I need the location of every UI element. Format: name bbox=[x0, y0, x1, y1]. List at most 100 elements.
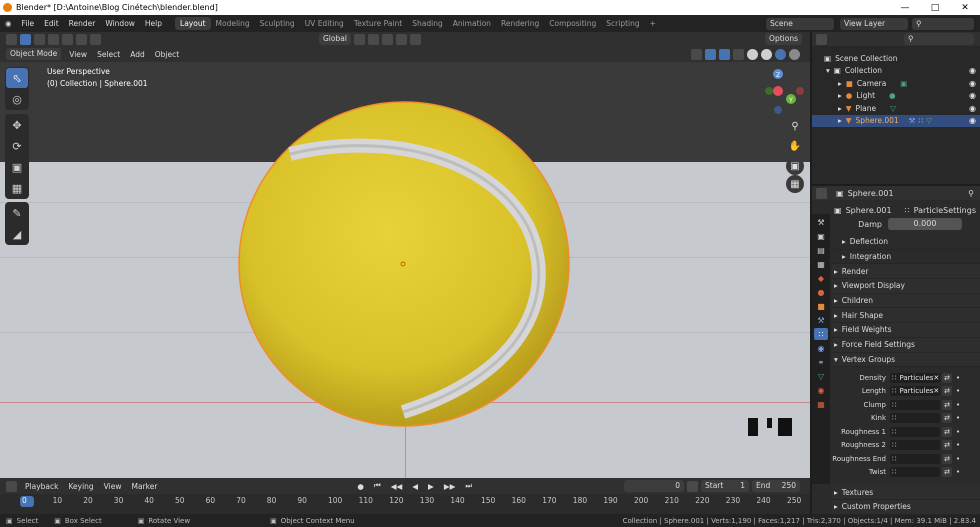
vertex-group-field[interactable]: ∷ bbox=[890, 399, 940, 410]
keying-menu[interactable]: Keying bbox=[63, 482, 98, 491]
panel-hair-shape[interactable]: ▸ Hair Shape bbox=[832, 308, 980, 324]
solid-shading-icon[interactable] bbox=[761, 48, 772, 60]
keyframe-dot-icon[interactable]: • bbox=[956, 414, 960, 422]
outliner-editor-icon[interactable] bbox=[816, 33, 827, 45]
invert-icon[interactable]: ⇄ bbox=[942, 413, 952, 424]
object-tab-icon[interactable]: ■ bbox=[814, 300, 828, 312]
end-frame-field[interactable]: End 250 bbox=[752, 480, 800, 492]
gizmo-toggle-icon[interactable] bbox=[705, 48, 716, 60]
tab-layout[interactable]: Layout bbox=[175, 17, 211, 30]
menu-render[interactable]: Render bbox=[64, 19, 101, 28]
zoom-icon[interactable]: ⚲ bbox=[786, 117, 804, 135]
options-button[interactable]: Options bbox=[765, 33, 802, 45]
invert-icon[interactable]: ⇄ bbox=[942, 386, 952, 397]
overlay-toggle-icon[interactable] bbox=[719, 48, 730, 60]
select-mode-invert-icon[interactable] bbox=[76, 33, 87, 45]
invert-icon[interactable]: ⇄ bbox=[942, 426, 952, 437]
visibility-icon[interactable] bbox=[691, 48, 702, 60]
blender-menu-icon[interactable]: ◉ bbox=[0, 19, 17, 28]
transform-orientation-dropdown[interactable]: Global bbox=[319, 33, 351, 45]
add-workspace-button[interactable]: + bbox=[645, 17, 661, 30]
view-layer-tab-icon[interactable]: ▦ bbox=[814, 258, 828, 270]
output-tab-icon[interactable]: ▤ bbox=[814, 244, 828, 256]
add-menu[interactable]: Add bbox=[125, 50, 150, 59]
camera-view-icon[interactable]: ▣ bbox=[786, 157, 804, 175]
eye-icon[interactable]: ◉ bbox=[969, 66, 976, 75]
3d-viewport[interactable]: ⬁ ◎ ✥ ⟳ ▣ ▦ ✎ ◢ User Perspective (0) Col… bbox=[0, 62, 810, 478]
measure-tool-icon[interactable]: ◢ bbox=[6, 224, 28, 244]
clear-icon[interactable]: ✕ bbox=[933, 387, 939, 395]
tab-shading[interactable]: Shading bbox=[407, 17, 447, 30]
vertex-group-field[interactable]: ∷ Particules ✕ bbox=[890, 372, 940, 383]
world-tab-icon[interactable]: ● bbox=[814, 286, 828, 298]
select-mode-new-icon[interactable] bbox=[34, 33, 45, 45]
current-frame-field[interactable]: 0 bbox=[624, 480, 684, 492]
invert-icon[interactable]: ⇄ bbox=[942, 372, 952, 383]
keyframe-dot-icon[interactable]: • bbox=[956, 428, 960, 436]
xray-toggle-icon[interactable] bbox=[733, 48, 744, 60]
keyframe-dot-icon[interactable]: • bbox=[956, 387, 960, 395]
tab-scripting[interactable]: Scripting bbox=[601, 17, 644, 30]
particles-tab-icon[interactable]: ∷ bbox=[814, 328, 828, 340]
data-tab-icon[interactable]: ▽ bbox=[814, 370, 828, 382]
object-mode-dropdown[interactable]: Object Mode bbox=[6, 48, 62, 60]
panel-custom-properties[interactable]: ▸ Custom Properties bbox=[832, 499, 980, 515]
invert-icon[interactable]: ⇄ bbox=[942, 399, 952, 410]
panel-field-weights[interactable]: ▸ Field Weights bbox=[832, 323, 980, 338]
scene-tab-icon[interactable]: ◆ bbox=[814, 272, 828, 284]
marker-menu[interactable]: Marker bbox=[126, 482, 162, 491]
timeline-editor-icon[interactable] bbox=[6, 480, 17, 492]
snap-icon[interactable] bbox=[367, 33, 379, 45]
tab-modeling[interactable]: Modeling bbox=[211, 17, 255, 30]
select-menu[interactable]: Select bbox=[92, 50, 125, 59]
vertex-group-field[interactable]: ∷ bbox=[890, 413, 940, 424]
select-mode-extend-icon[interactable] bbox=[48, 33, 59, 45]
outliner-row-light[interactable]: ▸ ● Light ● ◉ bbox=[812, 90, 980, 103]
panel-force-field-settings[interactable]: ▸ Force Field Settings bbox=[832, 337, 980, 353]
view-layer-selector[interactable]: View Layer bbox=[840, 17, 908, 30]
clear-icon[interactable]: ✕ bbox=[933, 374, 939, 382]
pan-hand-icon[interactable]: ✋ bbox=[786, 137, 804, 155]
panel-vertex-groups[interactable]: ▾ Vertex Groups bbox=[832, 352, 980, 368]
constraints-tab-icon[interactable]: ⚭ bbox=[814, 356, 828, 368]
eye-icon[interactable]: ◉ bbox=[969, 91, 976, 100]
tool-tab-icon[interactable]: ⚒ bbox=[814, 216, 828, 228]
tab-uv-editing[interactable]: UV Editing bbox=[300, 17, 349, 30]
jump-end-icon[interactable]: ⏭ bbox=[460, 481, 477, 491]
eye-icon[interactable]: ◉ bbox=[969, 104, 976, 113]
outliner-row-collection[interactable]: ▾ ▣ Collection ◉ bbox=[812, 65, 980, 78]
pivot-point-icon[interactable] bbox=[353, 33, 365, 45]
tab-texture-paint[interactable]: Texture Paint bbox=[349, 17, 407, 30]
minimize-icon[interactable]: — bbox=[890, 3, 920, 13]
navigation-gizmo[interactable]: Z Y bbox=[764, 66, 810, 116]
vertex-group-field[interactable]: ∷ bbox=[890, 467, 940, 478]
tennis-ball[interactable] bbox=[228, 92, 588, 462]
eye-icon[interactable]: ◉ bbox=[969, 79, 976, 88]
rendered-shading-icon[interactable] bbox=[789, 48, 800, 60]
menu-file[interactable]: File bbox=[17, 19, 40, 28]
play-icon[interactable]: ▶ bbox=[423, 482, 439, 491]
record-icon[interactable]: ● bbox=[352, 482, 369, 491]
subpanel-integration[interactable]: ▸ Integration bbox=[832, 249, 980, 265]
panel-textures[interactable]: ▸ Textures bbox=[832, 485, 980, 500]
outliner-row-camera[interactable]: ▸ ■ Camera ▣ ◉ bbox=[812, 77, 980, 90]
select-box-tool-icon[interactable]: ⬁ bbox=[6, 68, 28, 88]
scale-tool-icon[interactable]: ▣ bbox=[6, 157, 28, 177]
outliner-search-field[interactable]: ⚲ bbox=[904, 33, 974, 45]
panel-children[interactable]: ▸ Children bbox=[832, 293, 980, 309]
cursor-tool-icon[interactable]: ◎ bbox=[6, 89, 28, 109]
transform-tool-icon[interactable]: ▦ bbox=[6, 178, 28, 198]
timeline-ruler[interactable]: 0 10 20 30 40 50 60 70 80 90 100 110 120 130 140 150 160… bbox=[0, 494, 810, 514]
vertex-group-field[interactable]: ∷ bbox=[890, 426, 940, 437]
close-icon[interactable]: ✕ bbox=[950, 3, 980, 13]
physics-tab-icon[interactable]: ◉ bbox=[814, 342, 828, 354]
snap-target-icon[interactable] bbox=[381, 33, 393, 45]
menu-help[interactable]: Help bbox=[140, 19, 167, 28]
tab-rendering[interactable]: Rendering bbox=[496, 17, 544, 30]
preview-range-icon[interactable] bbox=[687, 480, 698, 492]
select-tool-icon[interactable] bbox=[20, 33, 31, 45]
outliner-row-sphere[interactable]: ▸ ▼ Sphere.001 ⚒ ∷ ▽ ◉ bbox=[812, 114, 980, 127]
perspective-toggle-icon[interactable]: ▦ bbox=[786, 175, 804, 193]
tab-sculpting[interactable]: Sculpting bbox=[255, 17, 300, 30]
playback-menu[interactable]: Playback bbox=[20, 482, 63, 491]
